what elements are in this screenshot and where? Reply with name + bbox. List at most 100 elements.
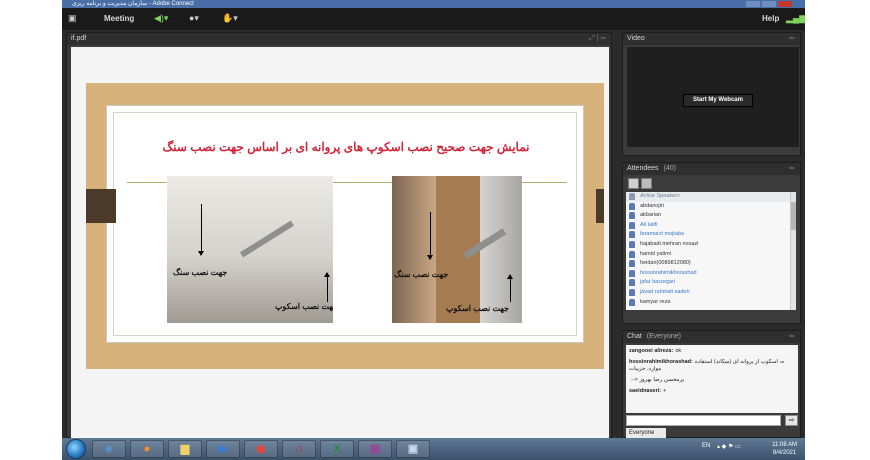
scope-direction-label: جهت نصب اسکوپ <box>446 304 509 313</box>
chat-pod: Chat (Everyone) ⇐ zangooei alireza: ok hos… <box>622 330 801 439</box>
adobe-connect-icon[interactable]: ▣ <box>396 440 430 458</box>
close-button[interactable] <box>778 1 792 7</box>
raise-hand-icon[interactable]: ✋▾ <box>222 13 238 24</box>
arrow <box>507 274 513 302</box>
user-icon <box>629 279 635 287</box>
signal-icon: ▂▄▆ <box>786 13 805 23</box>
chat-message: hossinrahimikhorashad: ه، اسکوپ از پروانه… <box>629 359 795 373</box>
attendee-row[interactable]: jafar barzegari <box>626 278 796 288</box>
attendees-pod: Attendees (40) ⇐ Active Speakers abdanoji… <box>622 162 801 324</box>
scrollbar[interactable] <box>790 192 796 310</box>
minimize-button[interactable] <box>746 1 760 7</box>
attendee-row[interactable]: Ali latifi <box>626 221 796 231</box>
attendee-row[interactable]: hajabadi mehran nosazi <box>626 240 796 250</box>
stone-direction-label: جهت نصب سنگ <box>173 268 228 277</box>
attendee-list[interactable]: Active Speakers abdanojiri akbarian Ali lat… <box>626 192 796 310</box>
attendee-name: javad rahmati sadeh <box>640 288 690 295</box>
menu-help[interactable]: Help <box>762 14 779 23</box>
attendee-name: kamyar reza <box>640 298 671 305</box>
attendee-name: Active Speakers <box>640 193 680 199</box>
attendee-name: abdanojiri <box>640 202 664 209</box>
chat-message: zangooei alireza: ok <box>629 348 795 355</box>
arrow <box>198 204 204 256</box>
chat-pod-title: Chat <box>627 333 642 340</box>
firefox-icon[interactable]: ● <box>130 440 164 458</box>
share-pod-header: if.pdf ⤢ | ⇐ <box>67 33 611 45</box>
attendee-row[interactable]: kamyar reza <box>626 298 796 308</box>
stone-direction-label: جهت نصب سنگ <box>394 270 449 279</box>
chat-message: --> پرمحسن رضا بهروز <box>629 377 795 384</box>
share-pod: if.pdf ⤢ | ⇐ نمایش جهت صحیح نصب اسکوپ ها… <box>66 32 612 441</box>
pod-options-icon[interactable]: ⇐ <box>789 331 795 343</box>
chat-text: ok <box>675 348 682 354</box>
scope-shape <box>239 220 295 258</box>
user-icon <box>629 193 635 200</box>
list-view-icon[interactable] <box>628 178 639 189</box>
user-icon[interactable]: ●▾ <box>189 13 199 24</box>
chat-send-button[interactable]: ⇨ <box>785 415 798 426</box>
system-clock[interactable]: 11:08 AM 8/4/2021 <box>772 441 797 457</box>
scope-direction-label: جهت نصب اسکوپ <box>275 302 333 311</box>
pod-options-icon[interactable]: ⇐ <box>789 163 795 175</box>
user-icon <box>629 202 635 210</box>
winrar-icon[interactable]: ▤ <box>358 440 392 458</box>
attendee-name: jafar barzegari <box>640 279 676 286</box>
menu-meeting[interactable]: Meeting <box>104 14 134 23</box>
taskbar: e ● ▆ ▶ ◉ ⌂ X ▤ ▣ EN ▴ ◆ ⚑ ▭ 11:08 AM 8/… <box>62 438 805 460</box>
folder-icon[interactable]: ▆ <box>168 440 202 458</box>
user-icon <box>629 221 635 229</box>
excel-icon[interactable]: X <box>320 440 354 458</box>
ie-icon[interactable]: e <box>92 440 126 458</box>
attendee-name: akbarian <box>640 212 662 219</box>
sort-view-icon[interactable] <box>641 178 652 189</box>
language-indicator[interactable]: EN <box>702 443 710 449</box>
chat-messages: zangooei alireza: ok hossinrahimikhorashad… <box>626 345 798 413</box>
video-pod-title: Video <box>627 35 645 42</box>
chat-message: saeidnaseri: + <box>629 388 795 395</box>
pod-options-icon[interactable]: ⤢ | ⇐ <box>589 33 606 45</box>
arrow <box>324 272 330 302</box>
chat-input[interactable] <box>626 415 781 426</box>
attendee-row[interactable]: javad rahmati sadeh <box>626 288 796 298</box>
slide-content: نمایش جهت صحیح نصب اسکوپ های پروانه ای ب… <box>106 105 584 343</box>
chat-pod-header: Chat (Everyone) ⇐ <box>623 331 800 343</box>
video-pod: Video ⇐ Start My Webcam <box>622 32 801 156</box>
user-icon <box>629 288 635 296</box>
pod-options-icon[interactable]: ⇐ <box>789 33 795 45</box>
chat-sender: saeidnaseri: <box>629 388 662 394</box>
attendees-pod-title: Attendees <box>627 165 659 172</box>
user-icon <box>629 212 635 220</box>
video-stage: Start My Webcam <box>627 47 799 147</box>
user-icon <box>629 260 635 268</box>
attendee-row[interactable]: abdanojiri <box>626 202 796 212</box>
chat-sender: zangooei alireza: <box>629 348 674 354</box>
attendee-row[interactable]: hamid yatimi <box>626 250 796 260</box>
maximize-button[interactable] <box>762 1 776 7</box>
user-icon <box>629 231 635 239</box>
app-logo-icon: ▣ <box>68 13 77 23</box>
document-viewer[interactable]: نمایش جهت صحیح نصب اسکوپ های پروانه ای ب… <box>71 47 609 441</box>
scrollbar-thumb[interactable] <box>791 202 796 230</box>
clock-time: 11:08 AM <box>772 442 797 448</box>
user-icon <box>629 298 635 306</box>
tray-icons[interactable]: ▴ ◆ ⚑ ▭ <box>717 443 741 450</box>
attendee-row[interactable]: faramarzi mojtaba <box>626 230 796 240</box>
user-icon <box>629 269 635 277</box>
attendee-role-header[interactable]: Active Speakers <box>626 192 796 202</box>
chat-sender: hossinrahimikhorashad: <box>629 359 693 365</box>
start-webcam-button[interactable]: Start My Webcam <box>683 94 753 107</box>
attendee-row[interactable]: akbarian <box>626 211 796 221</box>
speaker-icon[interactable]: ◀)▾ <box>154 13 168 24</box>
window-title-bar: سازمان مدیریت و برنامه ریزی - Adobe Conn… <box>62 0 805 8</box>
start-button[interactable] <box>66 439 86 459</box>
left-photo: جهت نصب سنگ جهت نصب اسکوپ <box>167 176 333 323</box>
video-pod-header: Video ⇐ <box>623 33 800 45</box>
attendee-row[interactable]: heidari(0089812080) <box>626 259 796 269</box>
pdf-reader-icon[interactable]: ⌂ <box>282 440 316 458</box>
right-photo: جهت نصب سنگ جهت نصب اسکوپ <box>392 176 522 323</box>
attendees-count: (40) <box>663 165 676 172</box>
chrome-icon[interactable]: ◉ <box>244 440 278 458</box>
attendee-row[interactable]: hossinrahimikhorashad <box>626 269 796 279</box>
attendee-name: hossinrahimikhorashad <box>640 269 697 276</box>
media-player-icon[interactable]: ▶ <box>206 440 240 458</box>
